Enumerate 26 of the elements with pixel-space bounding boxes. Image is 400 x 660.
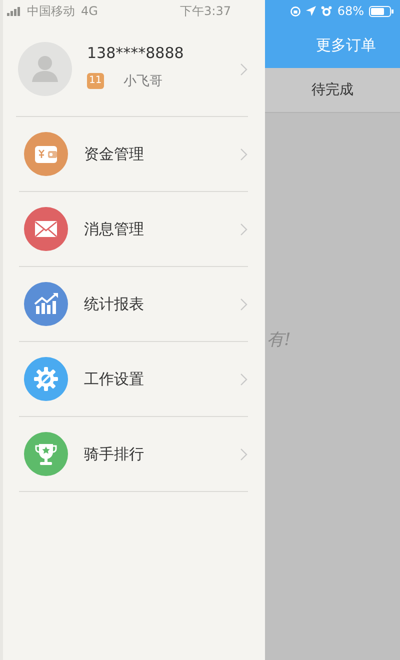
signal-icon: [7, 6, 21, 16]
battery-icon: [369, 6, 394, 16]
menu-item[interactable]: 资金管理: [19, 117, 248, 192]
menu-item[interactable]: 消息管理: [19, 192, 248, 267]
chevron-right-icon: [240, 148, 248, 160]
network-text: 4G: [81, 4, 98, 18]
chevron-right-icon: [240, 372, 248, 386]
menu-item[interactable]: 骑手排行: [19, 417, 248, 492]
menu-item[interactable]: 统计报表: [19, 267, 248, 342]
carrier-text: 中国移动: [27, 2, 75, 20]
chevron-right-icon: [240, 62, 248, 76]
alarm-icon: [321, 6, 332, 16]
profile-row[interactable]: 138****8888 11 小飞哥: [16, 22, 248, 117]
pending-tab[interactable]: 待完成: [265, 68, 400, 113]
chevron-right-icon: [240, 448, 248, 460]
avatar-icon: [18, 42, 72, 96]
rotation-lock-icon: [290, 6, 302, 16]
level-badge: 11: [87, 73, 104, 89]
chevron-right-icon: [240, 222, 248, 236]
phone-number: 138****8888: [87, 44, 185, 62]
battery-percent: 68%: [337, 4, 364, 18]
menu-item[interactable]: 工作设置: [19, 342, 248, 417]
status-time: 下午3:37: [180, 2, 231, 20]
chevron-right-icon: [240, 298, 248, 310]
location-arrow-icon: [306, 6, 316, 16]
user-name: 小飞哥: [124, 73, 163, 90]
